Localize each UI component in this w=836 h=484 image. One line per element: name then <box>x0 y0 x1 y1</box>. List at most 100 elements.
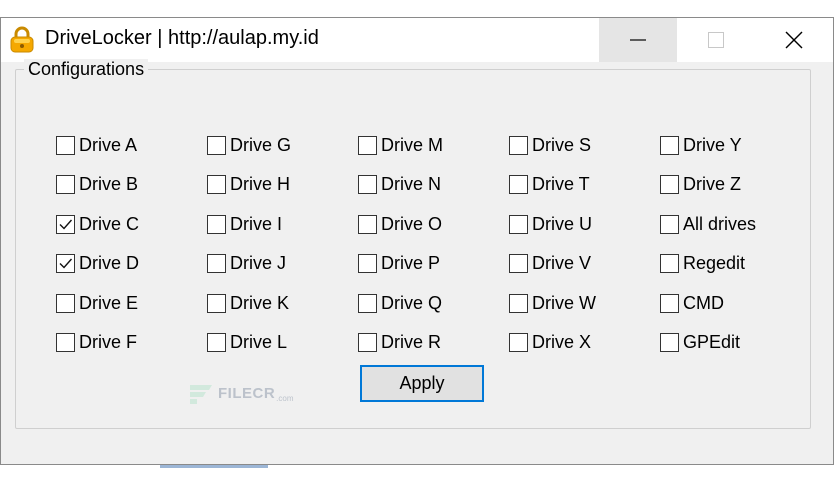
checkbox-box[interactable] <box>509 135 528 155</box>
window-title: DriveLocker | http://aulap.my.id <box>45 27 319 49</box>
checkbox-label: Drive W <box>532 292 596 313</box>
checkbox-drive-s[interactable]: Drive S <box>509 132 591 158</box>
checkbox-box[interactable] <box>660 135 679 155</box>
checkbox-drive-k[interactable]: Drive K <box>207 290 289 316</box>
taskbar-strip <box>160 465 268 468</box>
checkbox-label: Drive T <box>532 173 590 194</box>
checkbox-box[interactable] <box>207 253 226 273</box>
checkbox-drive-g[interactable]: Drive G <box>207 132 291 158</box>
close-button[interactable] <box>755 18 833 62</box>
checkbox-drive-h[interactable]: Drive H <box>207 171 290 197</box>
checkbox-label: GPEdit <box>683 331 741 352</box>
checkbox-box[interactable] <box>207 135 226 155</box>
checkbox-label: Drive J <box>230 252 287 273</box>
checkbox-regedit[interactable]: Regedit <box>660 250 745 276</box>
checkbox-box[interactable] <box>207 332 226 352</box>
checkbox-box[interactable] <box>207 174 226 194</box>
checkbox-all-drives[interactable]: All drives <box>660 211 756 237</box>
checkbox-label: Drive U <box>532 213 593 234</box>
checkbox-drive-n[interactable]: Drive N <box>358 171 441 197</box>
checkbox-box[interactable] <box>509 293 528 313</box>
checkbox-box[interactable] <box>56 214 75 234</box>
checkbox-box[interactable] <box>509 214 528 234</box>
checkbox-label: Drive D <box>79 252 140 273</box>
checkbox-box[interactable] <box>56 253 75 273</box>
checkbox-label: Drive C <box>79 213 140 234</box>
minimize-icon <box>630 39 646 41</box>
checkbox-label: Drive S <box>532 134 592 155</box>
checkbox-drive-p[interactable]: Drive P <box>358 250 440 276</box>
checkbox-label: Drive P <box>381 252 441 273</box>
checkbox-drive-m[interactable]: Drive M <box>358 132 443 158</box>
checkbox-drive-t[interactable]: Drive T <box>509 171 590 197</box>
checkbox-drive-l[interactable]: Drive L <box>207 329 287 355</box>
apply-button[interactable]: Apply <box>360 365 484 402</box>
checkbox-box[interactable] <box>660 293 679 313</box>
minimize-button[interactable] <box>599 18 677 62</box>
checkbox-label: Drive A <box>79 134 138 155</box>
checkbox-drive-r[interactable]: Drive R <box>358 329 441 355</box>
checkbox-label: Drive Z <box>683 173 741 194</box>
checkbox-box[interactable] <box>56 293 75 313</box>
checkbox-box[interactable] <box>358 135 377 155</box>
checkbox-box[interactable] <box>358 332 377 352</box>
watermark-suffix: .com <box>276 393 294 403</box>
checkbox-label: Drive B <box>79 173 139 194</box>
checkbox-box[interactable] <box>660 253 679 273</box>
checkbox-label: Drive L <box>230 331 288 352</box>
checkbox-drive-q[interactable]: Drive Q <box>358 290 442 316</box>
checkbox-drive-v[interactable]: Drive V <box>509 250 591 276</box>
checkbox-label: Drive E <box>79 292 139 313</box>
checkbox-box[interactable] <box>358 174 377 194</box>
checkbox-drive-i[interactable]: Drive I <box>207 211 282 237</box>
checkbox-drive-f[interactable]: Drive F <box>56 329 137 355</box>
checkbox-box[interactable] <box>660 174 679 194</box>
checkbox-label: Drive M <box>381 134 443 155</box>
checkbox-label: Drive Q <box>381 292 443 313</box>
checkbox-box[interactable] <box>56 332 75 352</box>
watermark: FILECR .com <box>188 381 294 405</box>
filecr-logo-icon <box>190 385 212 404</box>
checkbox-label: Regedit <box>683 252 746 273</box>
checkbox-label: All drives <box>683 213 757 234</box>
checkbox-drive-y[interactable]: Drive Y <box>660 132 742 158</box>
checkbox-label: CMD <box>683 292 724 313</box>
checkbox-box[interactable] <box>358 293 377 313</box>
checkbox-label: Drive N <box>381 173 442 194</box>
checkbox-drive-w[interactable]: Drive W <box>509 290 596 316</box>
checkbox-box[interactable] <box>509 332 528 352</box>
checkbox-drive-b[interactable]: Drive B <box>56 171 138 197</box>
checkbox-drive-o[interactable]: Drive O <box>358 211 442 237</box>
checkbox-box[interactable] <box>207 293 226 313</box>
checkbox-drive-e[interactable]: Drive E <box>56 290 138 316</box>
checkbox-label: Drive X <box>532 331 592 352</box>
checkbox-drive-u[interactable]: Drive U <box>509 211 592 237</box>
checkbox-drive-d[interactable]: Drive D <box>56 250 139 276</box>
checkbox-label: Drive K <box>230 292 290 313</box>
checkbox-drive-x[interactable]: Drive X <box>509 329 591 355</box>
checkbox-box[interactable] <box>509 253 528 273</box>
checkbox-gpedit[interactable]: GPEdit <box>660 329 740 355</box>
checkbox-drive-a[interactable]: Drive A <box>56 132 137 158</box>
checkbox-label: Drive V <box>532 252 592 273</box>
checkbox-box[interactable] <box>509 174 528 194</box>
checkbox-box[interactable] <box>358 214 377 234</box>
close-icon <box>785 31 803 49</box>
title-bar[interactable]: DriveLocker | http://aulap.my.id <box>1 18 833 62</box>
checkbox-drive-c[interactable]: Drive C <box>56 211 139 237</box>
checkbox-box[interactable] <box>56 174 75 194</box>
watermark-text: FILECR <box>218 384 276 402</box>
checkbox-box[interactable] <box>358 253 377 273</box>
checkbox-box[interactable] <box>660 332 679 352</box>
checkbox-label: Drive H <box>230 173 291 194</box>
maximize-icon <box>708 32 724 48</box>
checkbox-cmd[interactable]: CMD <box>660 290 724 316</box>
checkbox-drive-z[interactable]: Drive Z <box>660 171 741 197</box>
padlock-icon <box>10 26 34 53</box>
checkmark-icon <box>59 258 73 269</box>
checkbox-drive-j[interactable]: Drive J <box>207 250 286 276</box>
checkbox-box[interactable] <box>56 135 75 155</box>
checkbox-box[interactable] <box>660 214 679 234</box>
checkbox-box[interactable] <box>207 214 226 234</box>
maximize-button[interactable] <box>677 18 755 62</box>
